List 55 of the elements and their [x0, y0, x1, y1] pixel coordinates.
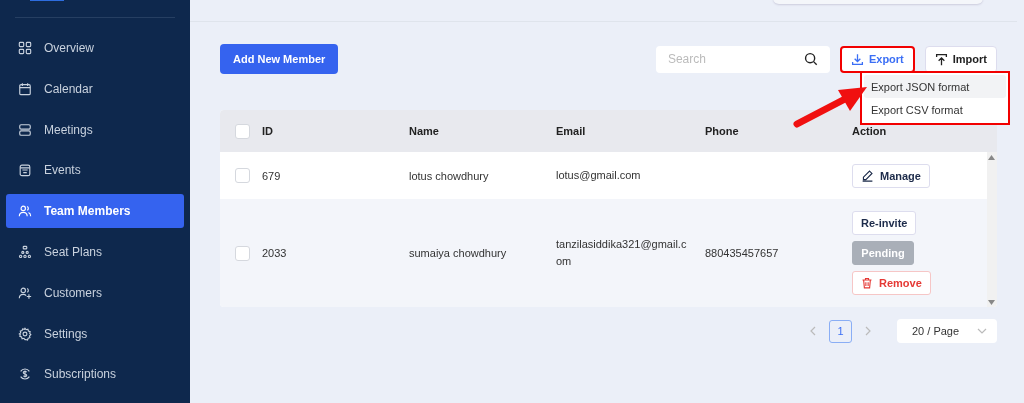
table-cell-text: lotus@gmail.com: [556, 168, 642, 183]
user-add-icon: [18, 285, 32, 300]
checkbox[interactable]: [235, 245, 250, 261]
menu-item[interactable]: Export CSV format: [864, 98, 1006, 121]
table-cell-text: tanzilasiddika321@gmail.com: [556, 237, 688, 269]
column-header: Action: [852, 125, 887, 137]
trash-icon: [861, 277, 873, 289]
sidebar-item[interactable]: Settings: [6, 316, 184, 351]
column-header: Phone: [705, 125, 739, 137]
scrollbar[interactable]: [987, 152, 997, 307]
checkbox[interactable]: [235, 168, 250, 183]
table-cell: 679: [262, 169, 281, 182]
chevron-down-icon: [977, 328, 987, 334]
sidebar-item[interactable]: Events: [6, 153, 184, 188]
upload-icon: [934, 52, 948, 66]
sidebar-item[interactable]: Team Members: [6, 194, 184, 229]
column-header: Name: [409, 125, 439, 137]
table-cell: 880435457657: [705, 247, 779, 259]
checkbox[interactable]: [235, 123, 250, 139]
users-icon: [18, 204, 32, 219]
sidebar-item[interactable]: Meetings: [6, 112, 184, 147]
column-header: ID: [262, 125, 273, 137]
page-button[interactable]: 1: [829, 319, 852, 343]
sidebar-item[interactable]: Seat Plans: [6, 235, 184, 269]
dollar-icon: [18, 367, 32, 382]
table-cell: sumaiya chowdhury: [409, 247, 507, 259]
pencil-icon: [861, 169, 874, 182]
search-icon: [803, 51, 818, 66]
grid-icon: [18, 41, 32, 55]
table-cell: 2033: [262, 247, 287, 259]
rows-icon: [18, 122, 32, 137]
manage-button[interactable]: Manage: [852, 163, 930, 188]
settings-icon: [18, 326, 32, 341]
sidebar-item[interactable]: Customers: [6, 275, 184, 310]
table-cell: lotus chowdhury: [409, 169, 489, 182]
search-field[interactable]: Search: [655, 45, 830, 73]
download-icon: [850, 52, 864, 66]
scroll-up-icon[interactable]: [988, 155, 995, 160]
menu-item[interactable]: Export JSON format: [864, 75, 1006, 98]
import-button[interactable]: Import: [924, 45, 997, 73]
page-size-select[interactable]: 20 / Page: [897, 319, 997, 343]
calendar-icon: [18, 81, 32, 96]
next-page-icon[interactable]: [865, 326, 871, 336]
reinvite-button[interactable]: Re-invite: [852, 211, 917, 235]
hierarchy-icon: [18, 245, 32, 259]
calendar-icon: [18, 163, 32, 178]
sidebar-item[interactable]: Overview: [6, 31, 184, 65]
previous-page-icon[interactable]: [810, 326, 816, 336]
sidebar-item[interactable]: Subscriptions: [6, 357, 184, 392]
add-member-button[interactable]: Add New Member: [220, 44, 339, 74]
column-header: Email: [556, 125, 586, 137]
scroll-down-icon[interactable]: [988, 300, 995, 305]
sidebar-item[interactable]: Calendar: [6, 71, 184, 106]
remove-button[interactable]: Remove: [852, 271, 931, 295]
export-button[interactable]: Export: [839, 45, 915, 73]
